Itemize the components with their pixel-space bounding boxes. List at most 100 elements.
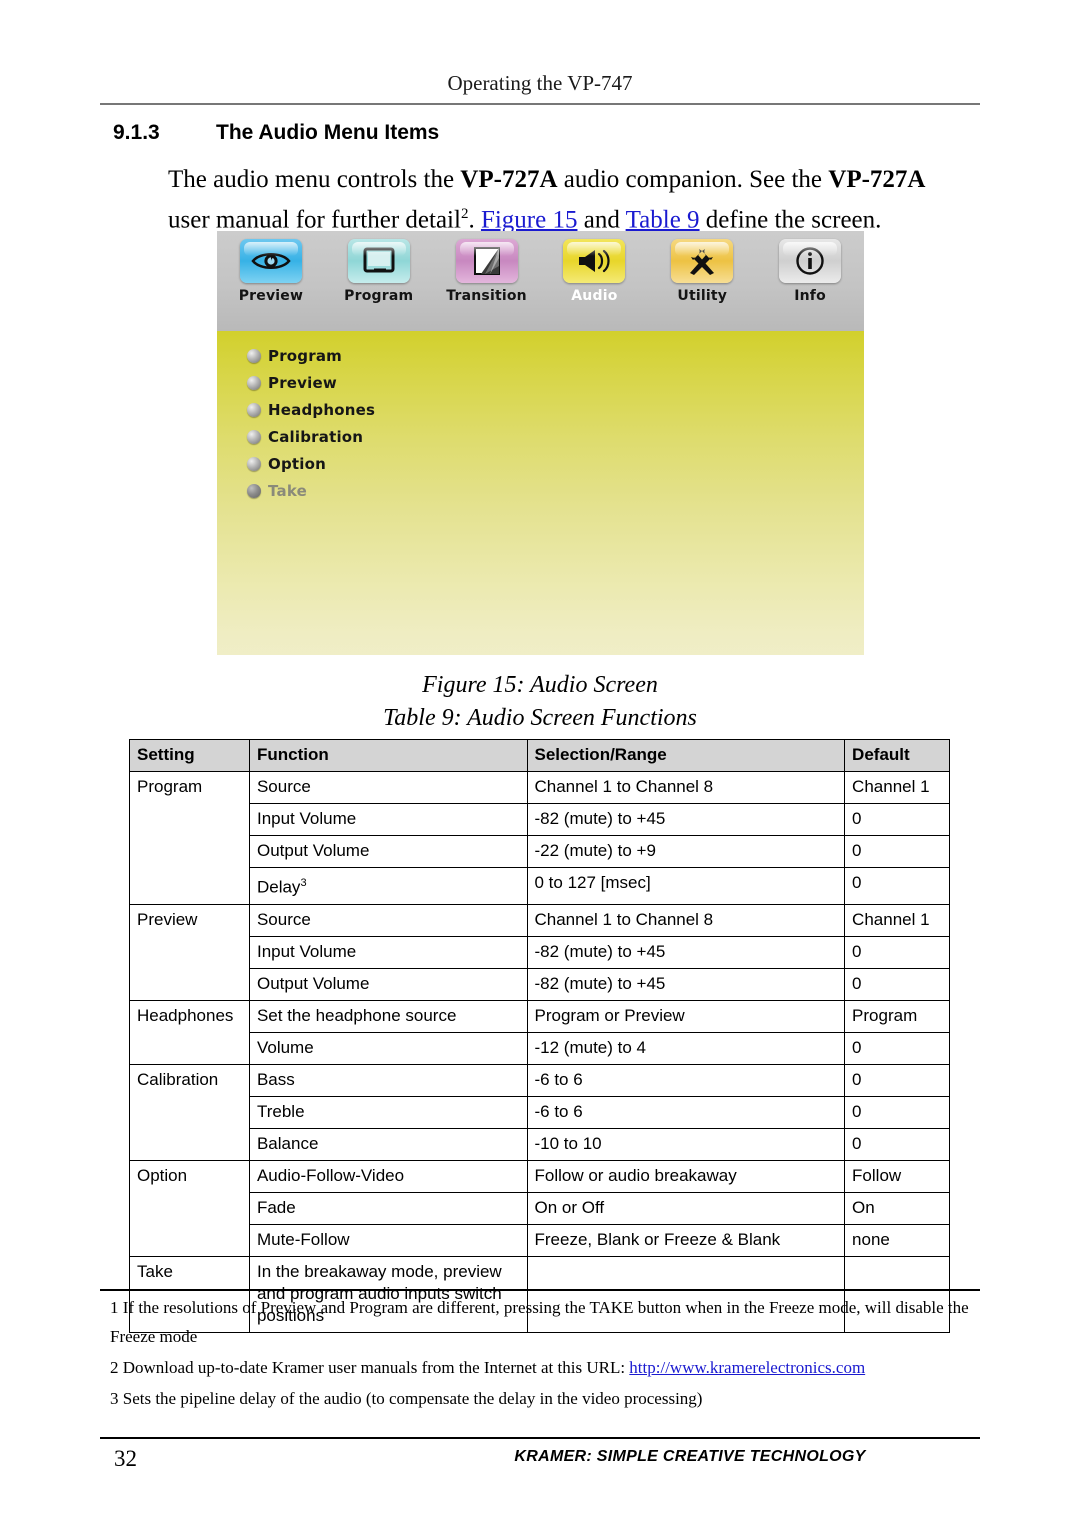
cell-function: Input Volume — [248, 935, 528, 969]
section-number: 9.1.3 — [113, 121, 160, 144]
device-menu-item-preview[interactable]: Preview — [247, 369, 864, 396]
device-menu-item-calibration[interactable]: Calibration — [247, 423, 864, 450]
page-peel-icon — [455, 239, 518, 283]
cell-function: Treble — [248, 1095, 528, 1129]
footnote-marker-3: 3 — [300, 877, 307, 889]
device-menu-label: Take — [268, 481, 307, 500]
table-row: Input Volume -82 (mute) to +45 0 — [130, 803, 950, 836]
body-paragraph: The audio menu controls the VP-727A audi… — [168, 163, 968, 237]
cell-range: -6 to 6 — [526, 1095, 846, 1129]
cell-function: Balance — [248, 1127, 528, 1161]
speaker-icon — [563, 239, 626, 283]
device-tab-label: Transition — [446, 288, 527, 304]
cell-default: none — [844, 1223, 950, 1257]
footnote-text: Download up-to-date Kramer user manuals … — [122, 1358, 630, 1377]
tools-icon — [671, 239, 734, 283]
table-row: Preview Source Channel 1 to Channel 8 Ch… — [129, 903, 950, 1001]
cell-default: 0 — [844, 967, 950, 1001]
cell-default: On — [844, 1191, 950, 1225]
footnote-2: 2 Download up-to-date Kramer user manual… — [110, 1353, 982, 1382]
table-row: Volume -12 (mute) to 4 0 — [130, 1031, 950, 1065]
table-row: Output Volume -82 (mute) to +45 0 — [130, 967, 950, 1001]
cell-default: 0 — [844, 835, 950, 868]
cell-setting: Preview — [129, 903, 250, 1001]
device-menu-label: Calibration — [268, 427, 364, 446]
device-tab-transition[interactable]: Transition — [433, 239, 541, 304]
cell-setting: Calibration — [129, 1063, 250, 1161]
cell-default: 0 — [844, 803, 950, 836]
device-menu-label: Option — [268, 454, 326, 473]
device-tab-program[interactable]: Program — [325, 239, 433, 304]
device-menu-item-option[interactable]: Option — [247, 450, 864, 477]
col-header-default: Default — [844, 739, 950, 772]
figure-audio-screen: Preview Program Transition Audio Utility… — [217, 231, 864, 655]
cell-range: Channel 1 to Channel 8 — [526, 903, 846, 937]
bullet-icon — [247, 402, 261, 417]
table-row: Headphones Set the headphone source Prog… — [129, 999, 950, 1065]
col-header-range: Selection/Range — [526, 739, 846, 772]
cross-ref-figure-15[interactable]: Figure 15 — [481, 206, 578, 233]
document-page: Operating the VP-747 9.1.3 The Audio Menu… — [0, 0, 1080, 1532]
cell-function: Source — [248, 903, 528, 937]
footnote-3: 3 Sets the pipeline delay of the audio (… — [110, 1384, 982, 1413]
cell-function: Input Volume — [248, 803, 528, 836]
kramer-url-link[interactable]: http://www.kramerelectronics.com — [629, 1358, 865, 1377]
table-row: Delay3 0 to 127 [msec] 0 — [130, 867, 950, 905]
footer-rule — [100, 1437, 980, 1439]
footnote-rule — [100, 1289, 980, 1291]
device-menu-item-take[interactable]: Take — [247, 477, 864, 504]
device-menu-item-program[interactable]: Program — [247, 342, 864, 369]
device-tab-audio[interactable]: Audio — [540, 239, 648, 304]
footnote-text: Sets the pipeline delay of the audio (to… — [122, 1389, 703, 1408]
device-tab-preview[interactable]: Preview — [217, 239, 325, 304]
device-tab-info[interactable]: Info — [756, 239, 864, 304]
cell-setting: Headphones — [129, 999, 250, 1065]
table-row: Fade On or Off On — [130, 1191, 950, 1225]
info-icon — [779, 239, 842, 283]
device-tab-label: Info — [794, 288, 826, 304]
col-header-setting: Setting — [129, 739, 250, 772]
cell-function-text: Delay — [256, 877, 301, 897]
cell-function: Source — [248, 771, 528, 804]
footnote-number: 2 — [110, 1358, 119, 1377]
device-tab-utility[interactable]: Utility — [648, 239, 756, 304]
header-rule — [100, 103, 980, 105]
cell-range: On or Off — [526, 1191, 846, 1225]
cell-range: Channel 1 to Channel 8 — [526, 771, 846, 804]
table-row: Treble -6 to 6 0 — [130, 1095, 950, 1129]
cell-setting: Program — [129, 771, 250, 905]
cross-ref-table-9[interactable]: Table 9 — [626, 206, 700, 233]
cell-default: Channel 1 — [844, 771, 950, 804]
section-heading: 9.1.3 The Audio Menu Items — [113, 121, 813, 145]
cell-default: 0 — [844, 1127, 950, 1161]
para-part-2: audio companion. See the — [557, 166, 829, 193]
cell-function: Volume — [248, 1031, 528, 1065]
cell-default: 0 — [844, 1031, 950, 1065]
cell-function: Bass — [248, 1063, 528, 1097]
cell-function: Audio-Follow-Video — [248, 1159, 528, 1193]
cell-default: 0 — [844, 935, 950, 969]
bullet-icon — [247, 483, 261, 498]
cell-default: Program — [844, 999, 950, 1033]
figure-caption: Figure 15: Audio Screen — [422, 672, 658, 698]
device-menu-item-headphones[interactable]: Headphones — [247, 396, 864, 423]
cell-range: -82 (mute) to +45 — [526, 967, 846, 1001]
device-menu-list: Program Preview Headphones Calibration O… — [217, 331, 864, 655]
device-tab-label: Program — [344, 288, 414, 304]
cell-default: 0 — [844, 867, 950, 905]
para-part-4: . — [468, 206, 481, 234]
footer-tagline: KRAMER: SIMPLE CREATIVE TECHNOLOGY — [514, 1448, 866, 1465]
device-menu-label: Program — [268, 346, 342, 365]
footnotes: 1 If the resolutions of Preview and Prog… — [110, 1293, 982, 1415]
device-icon-bar: Preview Program Transition Audio Utility… — [217, 231, 864, 331]
section-title: The Audio Menu Items — [216, 121, 440, 144]
cell-range: -10 to 10 — [526, 1127, 846, 1161]
cell-default: Channel 1 — [844, 903, 950, 937]
device-menu-label: Headphones — [268, 400, 376, 419]
cell-range: -6 to 6 — [526, 1063, 846, 1097]
bullet-icon — [247, 348, 261, 363]
device-tab-label: Preview — [238, 288, 304, 304]
table-header-row: Setting Function Selection/Range Default — [129, 739, 950, 772]
table-row: Option Audio-Follow-Video Follow or audi… — [129, 1159, 950, 1257]
cell-function: Set the headphone source — [248, 999, 528, 1033]
